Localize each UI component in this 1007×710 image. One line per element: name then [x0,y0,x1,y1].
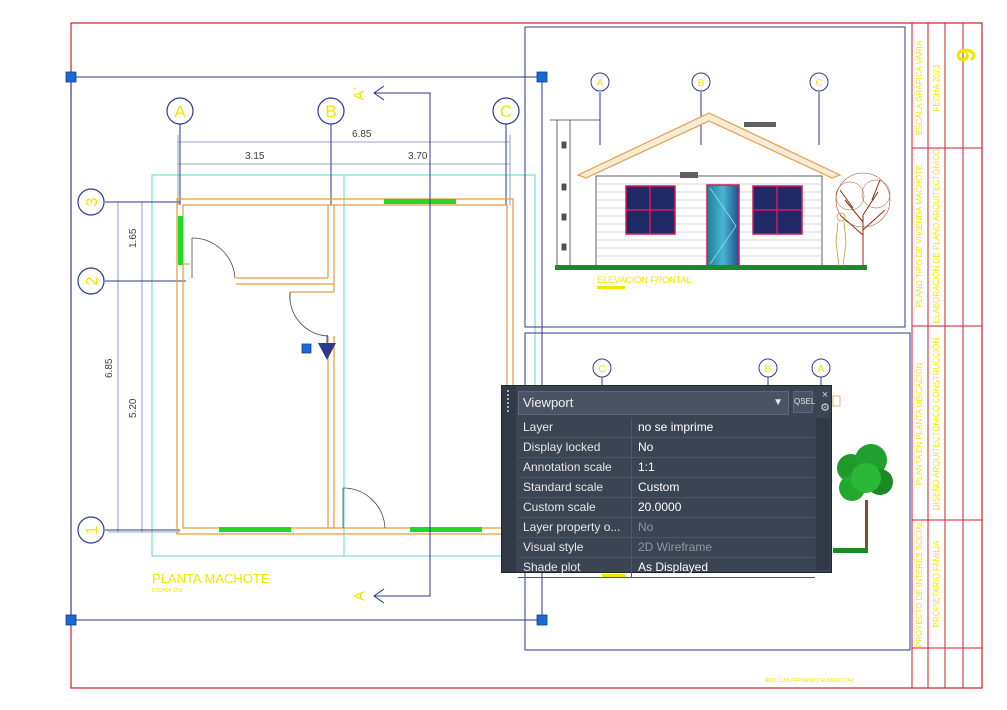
plan-grid-bubble-3: 3 [77,188,105,216]
prop-key: Custom scale [518,498,632,517]
svg-text:B: B [325,102,336,121]
sheet-border [70,22,983,689]
prop-key: Standard scale [518,478,632,497]
dim-vert-top-label: 1.65 [128,228,139,248]
plan-title: PLANTA MACHOTE [152,571,270,586]
tb-col2-low: DISEÑO ARQUITECTÓNICO CONSTRUCCIÓN [932,338,941,511]
dim-left-label: 3.15 [245,151,265,162]
section-label-bottom: A [351,591,368,601]
tb-col2-bottom: PROPIETARIO FAMILIA [932,540,941,628]
plan-scale-note: ESCALA 1/50 [152,588,183,594]
level-marker-icon [318,335,336,360]
dim-right-label: 3.70 [408,151,428,162]
drawing-canvas[interactable]: 6.85 3.15 3.70 1.65 5.20 6.85 A B C 3 2 … [0,0,1007,710]
svg-text:B: B [765,364,772,375]
plan-grid-bubble-1: 1 [77,516,105,544]
svg-text:C: C [598,364,605,375]
svg-text:C: C [815,78,822,89]
prop-value[interactable]: Custom [632,478,815,497]
lower-grid-bubble-c: C [592,358,612,385]
plan-grid-bubble-c: C [492,97,520,125]
dimension-lines [108,135,511,533]
section-line [373,85,431,604]
lower-ground [833,548,868,553]
prop-value: 2D Wireframe [638,540,713,554]
tb-col2-top: FECHA 2023 [932,64,941,111]
prop-key: Layer [518,418,632,437]
prop-value[interactable]: no se imprime [632,418,815,437]
plan-windows [178,199,482,532]
svg-text:A: A [818,364,825,375]
prop-row-standard-scale[interactable]: Standard scale Custom [518,478,815,498]
elevation-grid-bubble-a: A [590,72,610,145]
prop-key: Annotation scale [518,458,632,477]
svg-text:C: C [500,102,512,121]
quick-select-button[interactable]: QSEL [793,391,816,413]
elevation-grid-bubble-b: B [691,72,711,145]
hatch-boundary [151,174,536,557]
svg-text:1: 1 [84,525,101,534]
lower-detail [832,395,841,407]
prop-value[interactable]: 1:1 [632,458,815,477]
tb-col1-mid: PLANO TIPO DE VIVIENDA MACHOTE [915,165,924,308]
palette-scrollbar[interactable] [816,418,830,570]
svg-text:A: A [174,102,186,121]
properties-palette[interactable]: Viewport ▼ QSEL × ⚙ Layer no se imprime … [501,385,832,578]
person-figure [835,212,847,267]
plan-grid-bubble-a: A [166,97,194,125]
prop-row-layer-property-override: Layer property o... No [518,518,815,538]
plan-doors [191,237,386,529]
prop-key: Shade plot [518,558,632,577]
footer-note: ARQ. LUIS FERNANDO ROMERO PAZ [765,678,854,684]
prop-row-visual-style: Visual style 2D Wireframe [518,538,815,558]
chevron-down-icon: ▼ [773,397,783,408]
dim-vert-bottom-label: 5.20 [128,398,139,418]
tree-lower [837,444,893,550]
quick-select-icon: QSEL [794,397,816,406]
svg-text:3: 3 [84,197,101,206]
svg-text:A: A [597,78,604,89]
properties-list: Layer no se imprime Display locked No An… [518,418,815,578]
svg-text:B: B [698,78,705,89]
section-label-top: A´ [351,86,368,101]
lower-grid-bubble-b: B [758,358,778,385]
svg-text:2: 2 [84,276,101,285]
prop-value[interactable]: 20.0000 [632,498,815,517]
prop-key: Layer property o... [518,518,632,537]
plan-grid-bubble-b: B [317,97,345,125]
plan-grid-bubble-2: 2 [77,267,105,295]
tb-col2-mid: ELABORACIÓN DE PLANO ARQUITECTÓNICO [932,149,941,324]
tb-col1-low: PLANTA EN PLANTA UBICACIÓN [915,363,924,486]
viewport-grips[interactable] [65,71,548,626]
prop-value: No [638,520,654,534]
tb-col1-top: ESCALA GRÁFICA VARIA [915,40,924,135]
sheet-number: 9 [951,48,981,62]
prop-row-shade-plot[interactable]: Shade plot As Displayed [518,558,815,578]
close-icon[interactable]: × [819,389,831,402]
elevation-title: ELEVACION FRONTAL [597,275,692,285]
elevation-title-underline [597,286,625,289]
prop-row-annotation-scale[interactable]: Annotation scale 1:1 [518,458,815,478]
elevation-grid-bubble-c: C [809,72,829,145]
prop-value[interactable]: No [632,438,815,457]
prop-row-custom-scale[interactable]: Custom scale 20.0000 [518,498,815,518]
gear-icon[interactable]: ⚙ [819,402,831,415]
dim-total-label: 6.85 [352,129,372,140]
prop-row-display-locked[interactable]: Display locked No [518,438,815,458]
tb-col1-bottom: PROYECTO DE INTERÉS SOCIAL [915,520,924,647]
plan-walls [176,198,514,535]
house-elevation [555,112,867,270]
object-type-dropdown[interactable]: Viewport ▼ [518,391,789,415]
object-type-label: Viewport [523,395,574,410]
dim-vert-total-label: 6.85 [104,358,115,378]
prop-key: Display locked [518,438,632,457]
title-block-text: ESCALA GRÁFICA VARIA PLANO TIPO DE VIVIE… [915,40,981,647]
prop-key: Visual style [518,538,632,557]
palette-drag-handle[interactable] [502,386,516,572]
grid-axis-lines [105,124,507,531]
prop-row-layer[interactable]: Layer no se imprime [518,418,815,438]
prop-value[interactable]: As Displayed [632,558,815,577]
